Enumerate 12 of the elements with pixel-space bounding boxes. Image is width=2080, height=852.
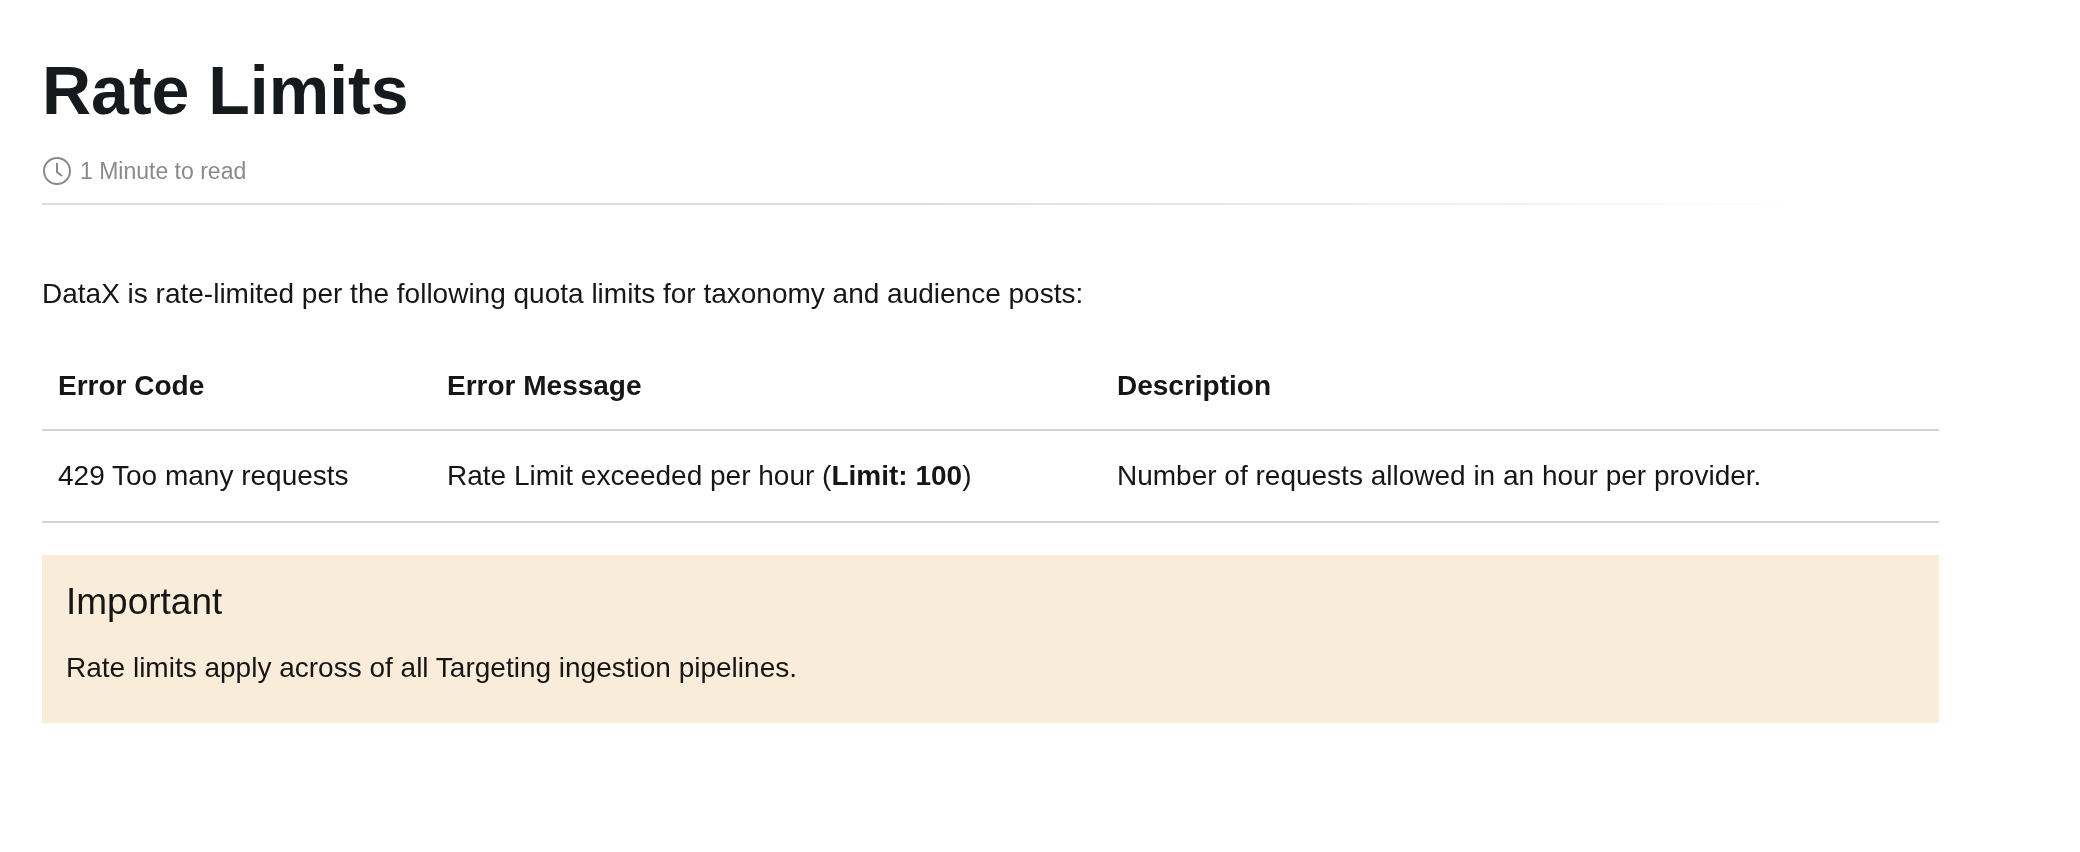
column-header: Error Code — [58, 369, 205, 401]
read-time: 1 Minute to read — [80, 157, 247, 186]
callout-title: Important — [66, 579, 224, 624]
column-header: Error Message — [447, 369, 642, 401]
callout-text: Rate limits apply across of all Targeting ingestion pipelines. — [66, 650, 798, 685]
table-cell: Rate Limit exceeded per hour (Limit: 100) — [447, 459, 972, 491]
page-title: Rate Limits — [42, 56, 409, 124]
column-header: Description — [1117, 369, 1272, 401]
table-cell: Number of requests allowed in an hour per provider. — [1117, 459, 1762, 491]
clock-icon — [42, 156, 72, 187]
intro-paragraph: DataX is rate-limited per the following quota limits for taxonomy and audience posts: — [42, 276, 1084, 311]
table-cell: 429 Too many requests — [58, 459, 349, 491]
